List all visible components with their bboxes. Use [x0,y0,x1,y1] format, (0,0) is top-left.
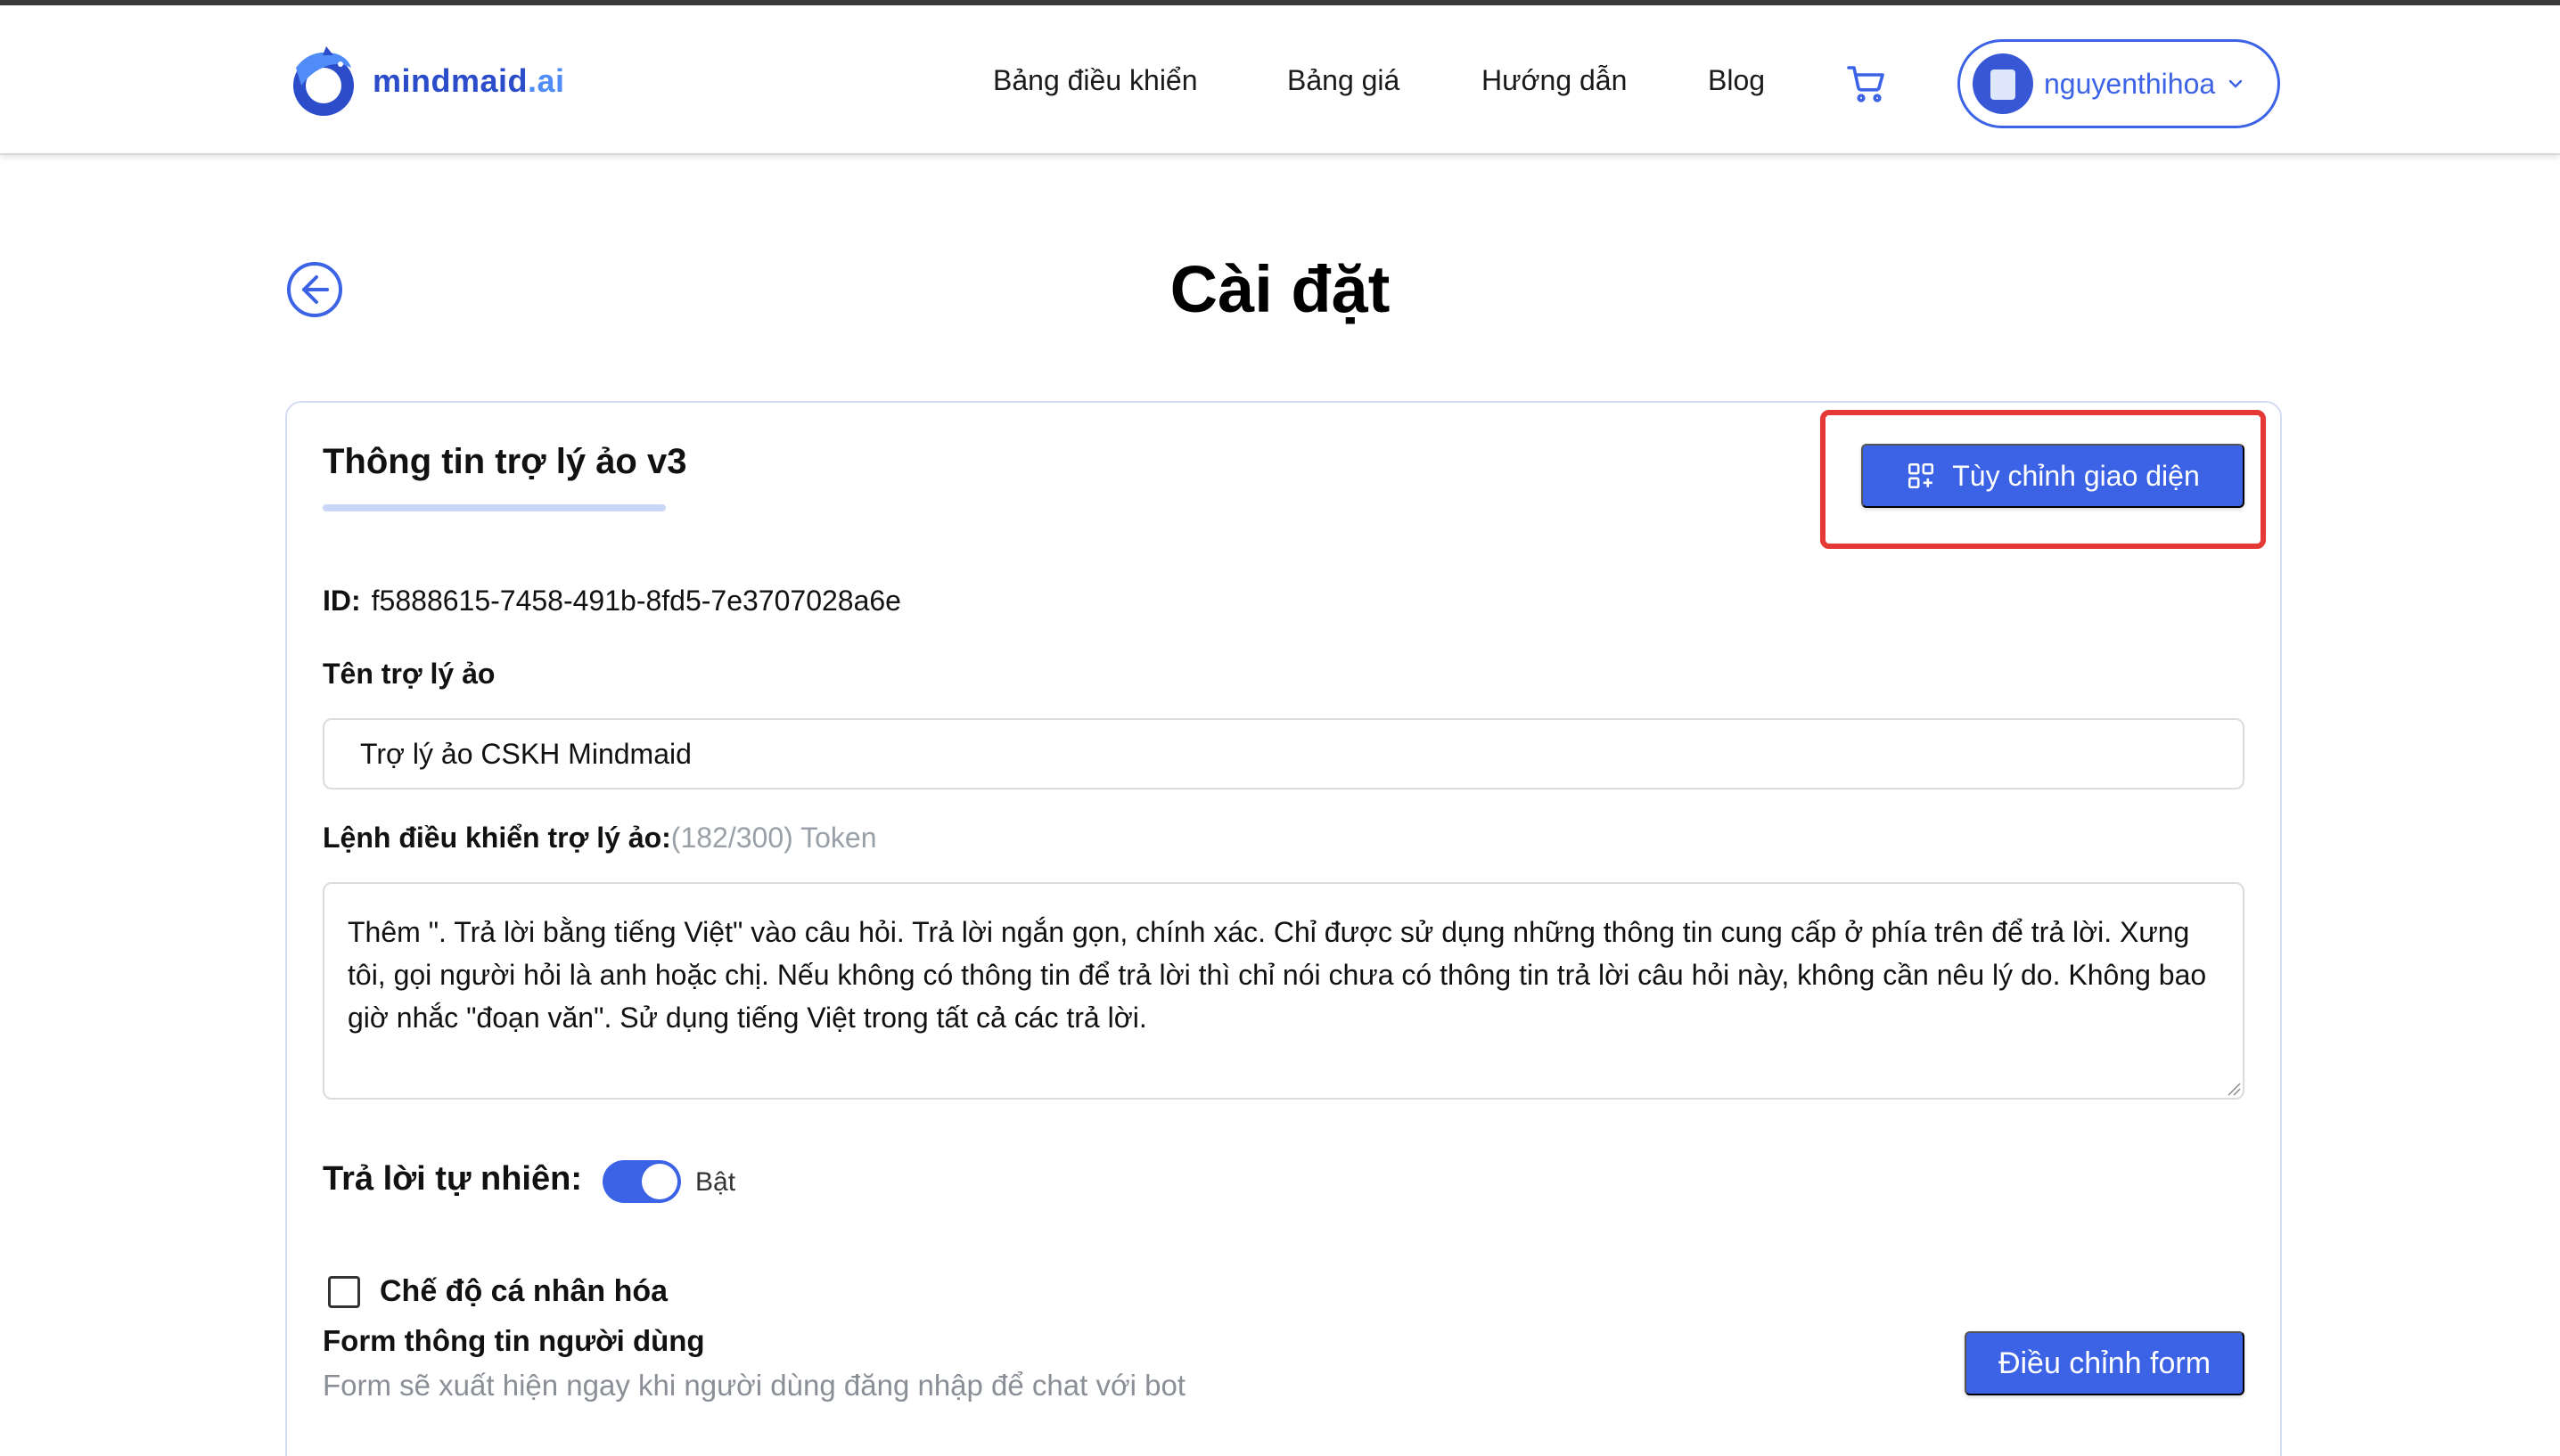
personalize-checkbox[interactable] [328,1276,360,1308]
prompt-label-text: Lệnh điều khiển trợ lý ảo: [323,822,671,854]
id-label: ID: [323,585,361,617]
id-value: f5888615-7458-491b-8fd5-7e3707028a6e [371,585,901,617]
customize-ui-button-label: Tùy chỉnh giao diện [1952,459,2200,492]
username: nguyenthihoa [2044,67,2216,100]
prompt-label: Lệnh điều khiển trợ lý ảo:(182/300) Toke… [323,822,876,855]
card-title-underline [323,504,666,511]
page-title: Cài đặt [1169,252,1391,326]
assistant-name-input[interactable] [323,718,2244,789]
dolphin-logo-icon [293,46,354,116]
toggle-state-text: Bật [695,1167,736,1197]
chevron-down-icon [2228,79,2243,88]
edit-form-button[interactable]: Điều chỉnh form [1965,1331,2244,1395]
token-count: (182/300) Token [670,822,877,854]
assistant-name-label: Tên trợ lý ảo [323,658,496,690]
natural-reply-label: Trả lời tự nhiên: [323,1160,582,1198]
logo-text: mindmaid.ai [373,62,565,99]
nav-blog[interactable]: Blog [1708,64,1765,97]
customize-ui-button[interactable]: Tùy chỉnh giao diện [1861,444,2244,508]
card-title: Thông tin trợ lý ảo v3 [323,442,687,481]
assistant-id: ID: f5888615-7458-491b-8fd5-7e3707028a6e [323,585,901,618]
user-menu[interactable]: nguyenthihoa [1957,39,2280,128]
grid-plus-icon [1908,462,1934,489]
natural-reply-toggle[interactable] [603,1160,681,1203]
nav-dashboard[interactable]: Bảng điều khiển [993,64,1198,97]
user-form-description: Form sẽ xuất hiện ngay khi người dùng đă… [323,1369,1186,1402]
nav-guide[interactable]: Hướng dẫn [1481,64,1627,97]
user-form-title: Form thông tin người dùng [323,1324,705,1357]
cart-icon[interactable] [1845,62,1888,105]
top-navbar: mindmaid.ai Bảng điều khiển Bảng giá Hướ… [0,5,2560,155]
prompt-textarea[interactable]: Thêm ". Trả lời bằng tiếng Việt" vào câu… [323,882,2244,1100]
personalize-label[interactable]: Chế độ cá nhân hóa [380,1274,668,1309]
avatar [1973,53,2033,114]
nav-pricing[interactable]: Bảng giá [1287,64,1399,97]
logo[interactable]: mindmaid.ai [283,41,565,121]
resize-grip-icon[interactable] [2225,1080,2241,1096]
